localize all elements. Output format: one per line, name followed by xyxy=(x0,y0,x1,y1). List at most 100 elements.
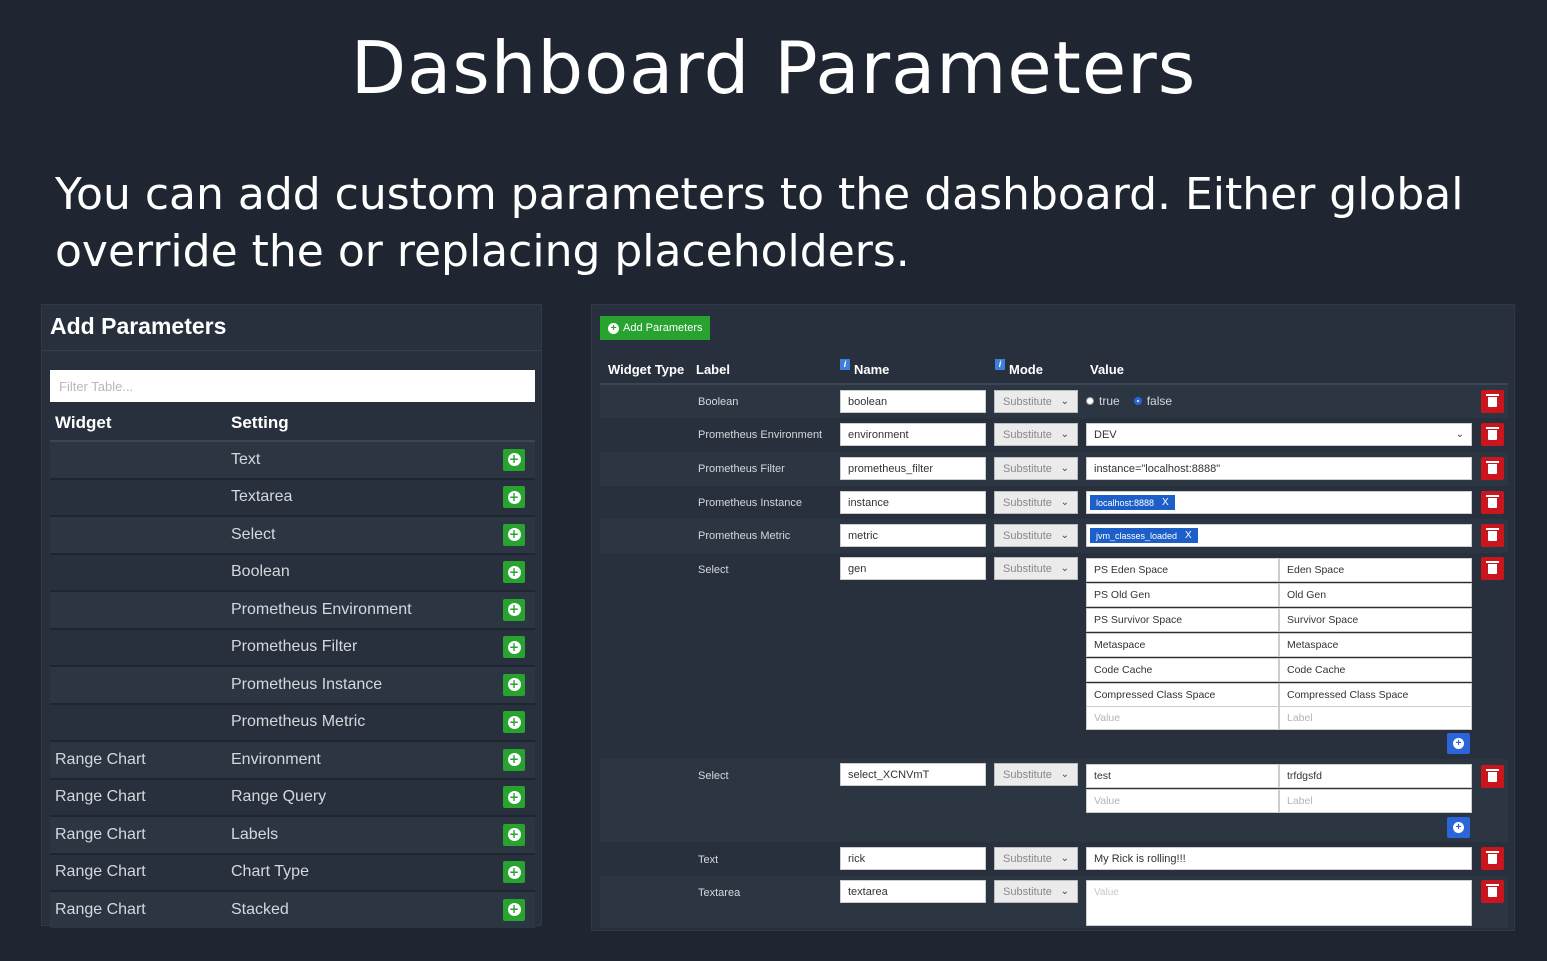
text-value-input[interactable]: My Rick is rolling!!! xyxy=(1086,847,1472,870)
name-input[interactable]: prometheus_filter xyxy=(840,457,986,480)
add-parameter-button[interactable]: + xyxy=(503,561,525,584)
plus-circle-icon: + xyxy=(507,639,521,654)
setting-cell: Environment xyxy=(231,750,321,768)
add-option-button[interactable]: + xyxy=(1447,733,1470,754)
chevron-down-icon: ⌄ xyxy=(1060,463,1069,474)
table-row: Range Chart Stacked + xyxy=(50,892,535,930)
new-option-value-input[interactable]: Value xyxy=(1086,789,1279,813)
chevron-down-icon: ⌄ xyxy=(1060,497,1069,508)
delete-button[interactable] xyxy=(1481,524,1504,547)
filter-table-input[interactable] xyxy=(50,370,535,402)
name-input[interactable]: instance xyxy=(840,491,986,514)
option-label-cell[interactable]: Code Cache xyxy=(1279,658,1472,682)
add-parameter-button[interactable]: + xyxy=(503,711,525,734)
option-label-cell[interactable]: trfdgsfd xyxy=(1279,764,1472,788)
delete-button[interactable] xyxy=(1481,847,1504,870)
add-parameter-button[interactable]: + xyxy=(503,861,525,884)
setting-cell: Range Query xyxy=(231,788,327,806)
name-input[interactable]: boolean xyxy=(840,390,986,413)
table-row: Text + xyxy=(50,442,535,480)
option-value-cell[interactable]: PS Survivor Space xyxy=(1086,608,1279,632)
add-parameter-button[interactable]: + xyxy=(503,748,525,771)
option-value-cell[interactable]: Metaspace xyxy=(1086,633,1279,657)
add-parameter-button[interactable]: + xyxy=(503,636,525,659)
remove-tag-icon[interactable]: X xyxy=(1185,530,1192,541)
info-icon[interactable]: i xyxy=(840,359,850,370)
add-parameter-button[interactable]: + xyxy=(503,673,525,696)
param-row-boolean: Boolean boolean Substitute ⌄ true false xyxy=(600,385,1508,418)
widget-cell: Range Chart xyxy=(55,900,146,918)
option-label-cell[interactable]: Survivor Space xyxy=(1279,608,1472,632)
trash-icon xyxy=(1486,560,1499,574)
add-option-button[interactable]: + xyxy=(1447,817,1470,838)
option-label-cell[interactable]: Old Gen xyxy=(1279,583,1472,607)
name-input[interactable]: rick xyxy=(840,847,986,870)
option-value-cell[interactable]: Compressed Class Space xyxy=(1086,683,1279,707)
setting-cell: Prometheus Metric xyxy=(231,713,366,731)
new-option-label-input[interactable]: Label xyxy=(1279,706,1472,730)
mode-select[interactable]: Substitute ⌄ xyxy=(994,390,1078,413)
option-value-cell[interactable]: test xyxy=(1086,764,1279,788)
option-label-cell[interactable]: Eden Space xyxy=(1279,558,1472,582)
option-label-cell[interactable]: Compressed Class Space xyxy=(1279,683,1472,707)
mode-select[interactable]: Substitute ⌄ xyxy=(994,557,1078,580)
mode-select[interactable]: Substitute ⌄ xyxy=(994,847,1078,870)
chevron-down-icon: ⌄ xyxy=(1455,429,1464,440)
table-row: Boolean + xyxy=(50,554,535,592)
chevron-down-icon: ⌄ xyxy=(1060,769,1069,780)
option-value-cell[interactable]: PS Old Gen xyxy=(1086,583,1279,607)
add-parameter-button[interactable]: + xyxy=(503,786,525,809)
delete-button[interactable] xyxy=(1481,423,1504,446)
mode-select[interactable]: Substitute ⌄ xyxy=(994,457,1078,480)
filter-value-input[interactable]: instance="localhost:8888" xyxy=(1086,457,1472,480)
option-value-cell[interactable]: PS Eden Space xyxy=(1086,558,1279,582)
delete-button[interactable] xyxy=(1481,457,1504,480)
environment-select[interactable]: DEV ⌄ xyxy=(1086,423,1472,446)
table-row: Range Chart Labels + xyxy=(50,817,535,855)
add-parameter-button[interactable]: + xyxy=(503,898,525,921)
radio-true[interactable]: true xyxy=(1086,394,1120,408)
mode-select[interactable]: Substitute ⌄ xyxy=(994,763,1078,786)
setting-cell: Prometheus Instance xyxy=(231,675,383,693)
delete-button[interactable] xyxy=(1481,491,1504,514)
delete-button[interactable] xyxy=(1481,765,1504,788)
table-row: Select + xyxy=(50,517,535,555)
mode-select[interactable]: Substitute ⌄ xyxy=(994,423,1078,446)
plus-circle-icon: + xyxy=(507,452,521,467)
name-input[interactable]: textarea xyxy=(840,880,986,903)
mode-select[interactable]: Substitute ⌄ xyxy=(994,880,1078,903)
new-option-value-input[interactable]: Value xyxy=(1086,706,1279,730)
add-parameter-button[interactable]: + xyxy=(503,598,525,621)
info-icon[interactable]: i xyxy=(995,359,1005,370)
widget-cell: Range Chart xyxy=(55,863,146,881)
radio-false[interactable]: false xyxy=(1133,394,1172,408)
mode-select[interactable]: Substitute ⌄ xyxy=(994,524,1078,547)
name-input[interactable]: environment xyxy=(840,423,986,446)
plus-circle-icon: + xyxy=(507,864,521,879)
remove-tag-icon[interactable]: X xyxy=(1162,497,1169,508)
name-input[interactable]: select_XCNVmT xyxy=(840,763,986,786)
option-label-cell[interactable]: Metaspace xyxy=(1279,633,1472,657)
trash-icon xyxy=(1486,460,1499,474)
mode-select[interactable]: Substitute ⌄ xyxy=(994,491,1078,514)
add-parameter-button[interactable]: + xyxy=(503,486,525,509)
add-parameter-button[interactable]: + xyxy=(503,823,525,846)
add-parameters-button[interactable]: + Add Parameters xyxy=(600,316,711,340)
add-parameter-button[interactable]: + xyxy=(503,523,525,546)
row-label: Prometheus Instance xyxy=(698,497,802,509)
table-row: Range Chart Environment + xyxy=(50,742,535,780)
name-input[interactable]: gen xyxy=(840,557,986,580)
delete-button[interactable] xyxy=(1481,390,1504,413)
plus-circle-icon: + xyxy=(507,752,521,767)
textarea-value-input[interactable]: Value xyxy=(1086,880,1472,926)
new-option-label-input[interactable]: Label xyxy=(1279,789,1472,813)
delete-button[interactable] xyxy=(1481,557,1504,580)
plus-circle-icon: + xyxy=(1453,738,1464,749)
param-row-prometheus-filter: Prometheus Filter prometheus_filter Subs… xyxy=(600,452,1508,486)
option-value-cell[interactable]: Code Cache xyxy=(1086,658,1279,682)
name-input[interactable]: metric xyxy=(840,524,986,547)
delete-button[interactable] xyxy=(1481,880,1504,903)
add-parameter-button[interactable]: + xyxy=(503,448,525,471)
metric-tag-input[interactable]: jvm_classes_loaded X xyxy=(1086,524,1472,547)
instance-tag-input[interactable]: localhost:8888 X xyxy=(1086,491,1472,514)
